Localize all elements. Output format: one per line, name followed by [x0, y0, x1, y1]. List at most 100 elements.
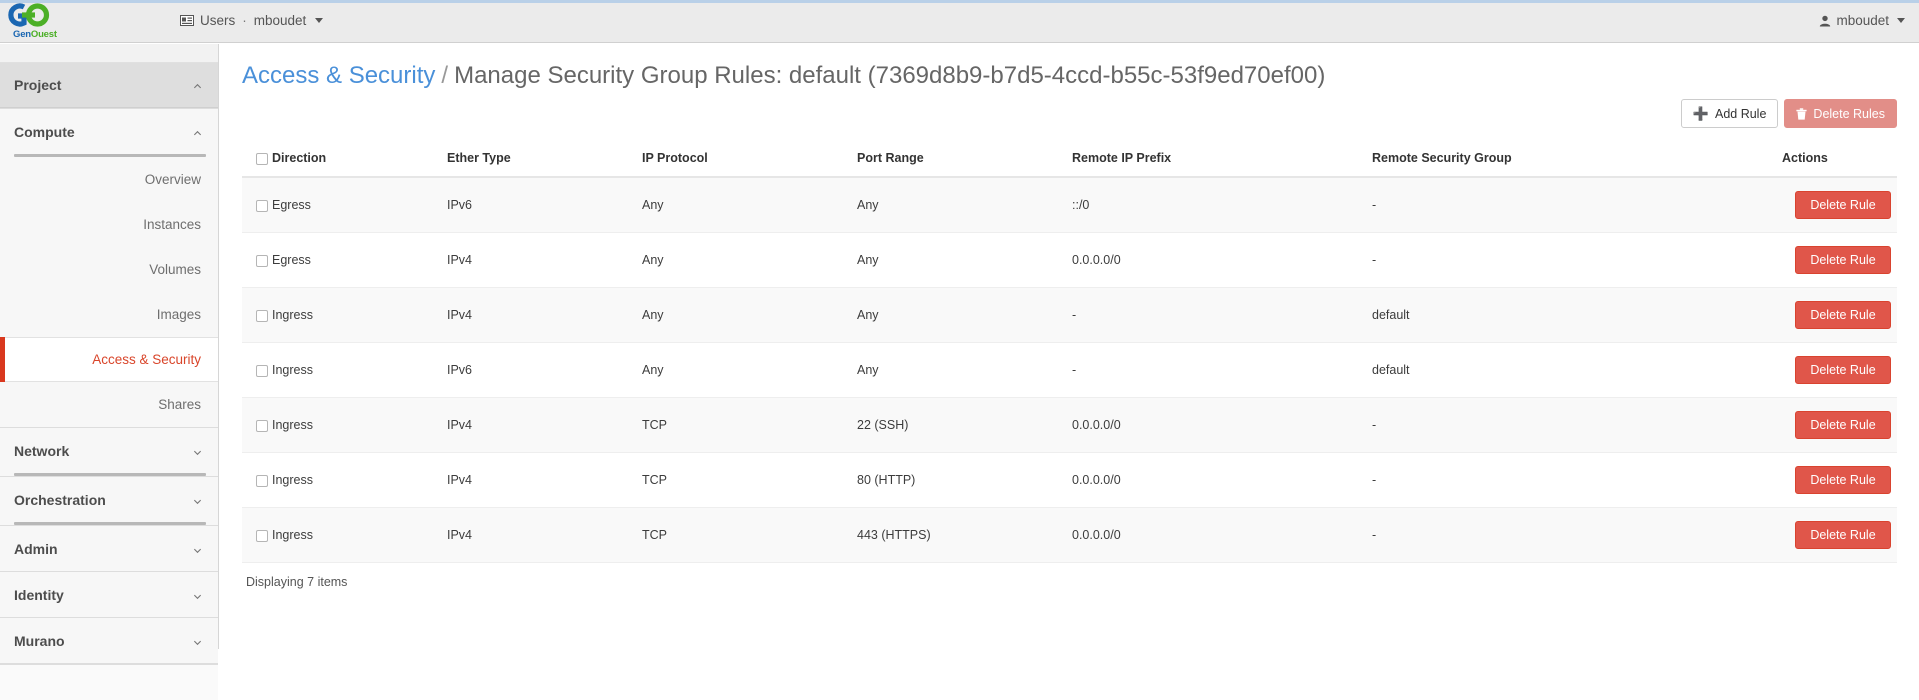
row-checkbox[interactable] [256, 364, 268, 377]
cell-remote-security-group: default [1372, 342, 1782, 398]
row-checkbox[interactable] [256, 254, 268, 267]
sidebar-panel-murano: Murano [0, 618, 218, 664]
delete-rule-button[interactable]: Delete Rule [1795, 246, 1891, 274]
cell-ip-protocol: TCP [642, 507, 857, 563]
delete-rules-button-label: Delete Rules [1813, 106, 1885, 121]
brand-logo[interactable]: GenOuest [8, 3, 70, 43]
cell-actions: Delete Rule [1782, 232, 1897, 288]
sidebar-panel-label-network: Network [14, 442, 70, 459]
row-select-cell [242, 397, 272, 453]
column-header-ip-protocol[interactable]: IP Protocol [642, 143, 857, 178]
row-select-cell [242, 177, 272, 233]
cell-remote-security-group: - [1372, 232, 1782, 288]
brand-name: GenOuest [13, 29, 57, 40]
cell-direction: Ingress [272, 342, 447, 398]
add-rule-button[interactable]: ➕ Add Rule [1680, 99, 1779, 128]
cell-ip-protocol: TCP [642, 397, 857, 453]
sidebar-item-instances[interactable]: Instances [0, 202, 218, 247]
sidebar-item-shares[interactable]: Shares [0, 382, 218, 427]
table-row[interactable]: Ingress IPv4 TCP 80 (HTTP) 0.0.0.0/0 - D… [242, 452, 1897, 508]
user-menu[interactable]: mboudet [1819, 13, 1905, 28]
chevron-down-icon [193, 548, 202, 553]
table-row[interactable]: Ingress IPv4 Any Any - default Delete Ru… [242, 287, 1897, 343]
sidebar-panel-header-orchestration[interactable]: Orchestration [0, 477, 218, 522]
table-row[interactable]: Ingress IPv4 TCP 443 (HTTPS) 0.0.0.0/0 -… [242, 507, 1897, 563]
delete-rule-button[interactable]: Delete Rule [1795, 521, 1891, 549]
cell-ip-protocol: Any [642, 177, 857, 233]
column-header-remote-security-group[interactable]: Remote Security Group [1372, 143, 1782, 178]
cell-port-range: 80 (HTTP) [857, 452, 1072, 508]
cell-ip-protocol: Any [642, 287, 857, 343]
sidebar-nav-group-compute: Overview Instances Volumes Images Access… [0, 157, 218, 427]
cell-ip-protocol: Any [642, 232, 857, 288]
sidebar-panel-header-murano[interactable]: Murano [0, 618, 218, 663]
delete-rule-button[interactable]: Delete Rule [1795, 191, 1891, 219]
sidebar-panel-identity: Identity [0, 572, 218, 618]
context-switcher[interactable]: Users · mboudet [180, 13, 324, 28]
sidebar-section-divider [14, 522, 206, 525]
chevron-down-icon [193, 640, 202, 645]
sidebar-section-divider [14, 473, 206, 476]
table-header-row: Direction Ether Type IP Protocol Port Ra… [242, 143, 1897, 178]
table-action-button-group: ➕ Add Rule Delete Rules [1680, 99, 1897, 128]
row-checkbox[interactable] [256, 199, 268, 212]
sidebar-item-label: Images [156, 306, 201, 322]
row-checkbox[interactable] [256, 474, 268, 487]
page-title: Access & Security / Manage Security Group … [242, 44, 1897, 99]
sidebar-panel-label-murano: Murano [14, 632, 65, 649]
delete-rule-button[interactable]: Delete Rule [1795, 356, 1891, 384]
column-header-port-range[interactable]: Port Range [857, 143, 1072, 178]
row-checkbox[interactable] [256, 309, 268, 322]
column-header-ether-type[interactable]: Ether Type [447, 143, 642, 178]
sidebar-item-access-and-security[interactable]: Access & Security [0, 337, 218, 382]
column-header-actions: Actions [1782, 143, 1897, 178]
cell-ether-type: IPv4 [447, 232, 642, 288]
table-row[interactable]: Egress IPv4 Any Any 0.0.0.0/0 - Delete R… [242, 232, 1897, 288]
sidebar-panel-header-identity[interactable]: Identity [0, 572, 218, 617]
user-menu-username: mboudet [1836, 13, 1889, 28]
cell-direction: Ingress [272, 452, 447, 508]
sidebar-item-label: Instances [143, 216, 201, 232]
cell-remote-security-group: - [1372, 507, 1782, 563]
trash-icon [1796, 107, 1808, 120]
plus-icon: ➕ [1692, 106, 1709, 121]
sidebar-item-images[interactable]: Images [0, 292, 218, 337]
row-checkbox[interactable] [256, 529, 268, 542]
cell-port-range: Any [857, 232, 1072, 288]
cell-port-range: Any [857, 287, 1072, 343]
row-checkbox[interactable] [256, 419, 268, 432]
table-row[interactable]: Egress IPv6 Any Any ::/0 - Delete Rule [242, 177, 1897, 233]
table-item-count: Displaying 7 items [246, 575, 348, 589]
table-head: Direction Ether Type IP Protocol Port Ra… [242, 143, 1897, 178]
column-header-direction[interactable]: Direction [272, 143, 447, 178]
sidebar-item-label: Access & Security [92, 352, 201, 367]
genouest-go-logo-icon [8, 3, 50, 27]
select-all-checkbox[interactable] [256, 152, 268, 165]
cell-remote-ip-prefix: 0.0.0.0/0 [1072, 507, 1372, 563]
delete-rule-button[interactable]: Delete Rule [1795, 411, 1891, 439]
context-scope-label: Users [200, 13, 236, 28]
sidebar-item-volumes[interactable]: Volumes [0, 247, 218, 292]
chevron-down-icon [193, 499, 202, 504]
sidebar-item-overview[interactable]: Overview [0, 157, 218, 202]
sidebar-panel-header-admin[interactable]: Admin [0, 526, 218, 571]
sidebar-panel-header-project[interactable]: Project [0, 63, 218, 108]
delete-rule-button[interactable]: Delete Rule [1795, 301, 1891, 329]
delete-rules-button[interactable]: Delete Rules [1784, 99, 1897, 128]
cell-ip-protocol: TCP [642, 452, 857, 508]
breadcrumb-link-access-and-security[interactable]: Access & Security [242, 62, 435, 89]
sidebar-panel-compute: Compute Overview Instances Volumes Image… [0, 109, 218, 428]
chevron-down-icon [193, 594, 202, 599]
sidebar-panel-project: Project [0, 63, 218, 109]
cell-ip-protocol: Any [642, 342, 857, 398]
column-header-remote-ip-prefix[interactable]: Remote IP Prefix [1072, 143, 1372, 178]
delete-rule-button[interactable]: Delete Rule [1795, 466, 1891, 494]
sidebar-panel-header-compute[interactable]: Compute [0, 109, 218, 154]
cell-actions: Delete Rule [1782, 397, 1897, 453]
sidebar-panel-header-network[interactable]: Network [0, 428, 218, 473]
sidebar-panel-network: Network [0, 428, 218, 477]
sidebar-item-label: Shares [158, 396, 201, 412]
table-row[interactable]: Ingress IPv4 TCP 22 (SSH) 0.0.0.0/0 - De… [242, 397, 1897, 453]
context-project-label: mboudet [253, 13, 307, 28]
table-row[interactable]: Ingress IPv6 Any Any - default Delete Ru… [242, 342, 1897, 398]
